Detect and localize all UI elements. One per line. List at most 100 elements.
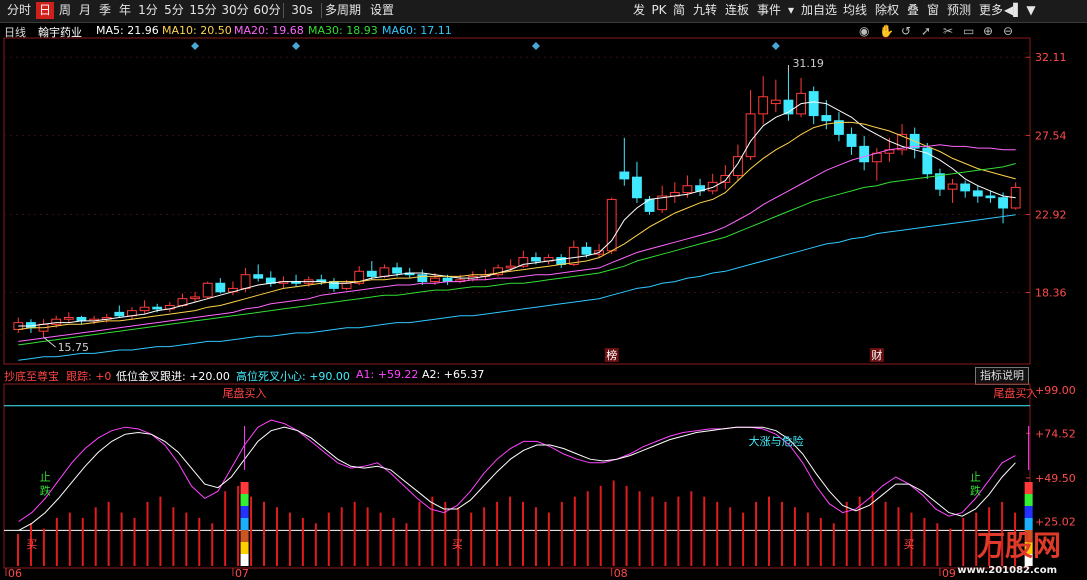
cursor-icon[interactable]: ➚ (921, 24, 931, 38)
candle-body (884, 149, 895, 154)
indicator-name[interactable]: 抄底至尊宝 (4, 368, 59, 384)
candle-body (354, 270, 365, 284)
event-diamond-marker (292, 42, 301, 50)
candle-body (581, 246, 592, 255)
candle-body (430, 277, 440, 283)
candle-body (505, 265, 516, 269)
candle-body (796, 92, 806, 115)
period-tab-5[interactable]: 年 (116, 2, 134, 19)
signal-column-block (1024, 482, 1033, 494)
ma-line-ma60 (18, 214, 1016, 361)
period-tab-0[interactable]: 分时 (4, 2, 34, 19)
candle-body (543, 257, 554, 262)
period-tab-6[interactable]: 1分 (136, 2, 160, 19)
tool-button-12[interactable]: 更多 (976, 2, 1006, 19)
scissors-icon[interactable]: ✂ (943, 24, 953, 38)
tool-button-4[interactable]: 连板 (722, 2, 752, 19)
candle-body (770, 99, 781, 105)
tool-button-5[interactable]: 事件 (754, 2, 784, 19)
tool-button-11[interactable]: 预测 (944, 2, 974, 19)
tool-button-10[interactable]: 窗 (924, 2, 942, 19)
price-tick-label: 27.54 (1035, 129, 1067, 142)
period-tab-8[interactable]: 15分 (188, 2, 218, 19)
candle-body (947, 183, 958, 190)
candle-body (89, 318, 99, 322)
candle-body (265, 277, 276, 284)
candle-body (733, 156, 743, 176)
period-tab-10[interactable]: 60分 (252, 2, 282, 19)
zoom-in-icon[interactable]: ⊕ (983, 24, 993, 38)
candle-body (1010, 186, 1021, 209)
candle-body (101, 316, 112, 320)
indicator-explain-button[interactable]: 指标说明 (975, 367, 1029, 385)
period-tab-2[interactable]: 周 (56, 2, 74, 19)
period-tab-11[interactable]: 30s (284, 2, 320, 19)
period-tab-3[interactable]: 月 (76, 2, 94, 19)
candle-body (278, 281, 289, 284)
indicator-track: 跟踪: +0 (66, 370, 112, 383)
candle-body (834, 120, 844, 135)
signal-column-block (240, 518, 249, 530)
stop-fall-label: 止 (970, 471, 981, 484)
candle-body (291, 281, 301, 284)
ma-line-ma20 (18, 144, 1016, 342)
zoom-out-icon[interactable]: ⊖ (1003, 24, 1013, 38)
undo-icon[interactable]: ↺ (901, 24, 911, 38)
indicator-annotation: 尾盘买入 (993, 386, 1037, 400)
candle-body (632, 176, 642, 199)
candle-body (76, 316, 87, 322)
tool-button-7[interactable]: 均线 (840, 2, 870, 19)
candle-body (871, 152, 882, 163)
ma10-label: MA10: 20.50 (162, 24, 232, 37)
watermark-logo: 万股网 (976, 529, 1061, 562)
signal-column-block (240, 506, 249, 518)
indicator-a1: A1: +59.22 (356, 368, 419, 381)
ma-line-ma30 (18, 163, 1016, 346)
period-tab-7[interactable]: 5分 (162, 2, 186, 19)
candle-body (152, 306, 163, 310)
hand-icon[interactable]: ✋ (879, 24, 894, 38)
candle-body (568, 246, 579, 265)
layers-icon[interactable]: ▭ (963, 24, 974, 38)
collapse-icon[interactable]: ◀▌ (1004, 2, 1022, 19)
candle-body (972, 190, 983, 197)
event-diamond-marker (531, 42, 540, 50)
kline-chart: 32.11 27.54 22.92 18.36 31.19 15.75 榜 财 06 07 08 09… (3, 37, 1076, 580)
tool-button-8[interactable]: 除权 (872, 2, 902, 19)
candle-body (190, 296, 200, 300)
candle-body (960, 183, 971, 192)
candle-body (531, 257, 541, 262)
tool-button-0[interactable]: 发 (630, 2, 648, 19)
stock-name[interactable]: 翰宇药业 (38, 24, 82, 40)
low-marker-line (43, 336, 56, 348)
candle-body (467, 275, 478, 281)
tool-button-9[interactable]: 叠 (904, 2, 922, 19)
ma60-label: MA60: 17.11 (382, 24, 452, 37)
candle-body (657, 195, 668, 211)
indicator-annotation: 尾盘买入 (223, 386, 267, 400)
period-tab-1[interactable]: 日 (36, 2, 54, 19)
period-tab-12[interactable]: 多周期 (322, 2, 364, 19)
chart-controls: ◉ ✋ ↺ ➚ ✂ ▭ ⊕ ⊖ (859, 24, 1039, 40)
tool-button-2[interactable]: 简 (670, 2, 688, 19)
candle-body (13, 322, 24, 330)
period-tab-4[interactable]: 季 (96, 2, 114, 19)
eye-icon[interactable]: ◉ (859, 24, 869, 38)
period-tab-9[interactable]: 30分 (220, 2, 250, 19)
tool-button-6[interactable]: 加自选 (800, 2, 838, 19)
price-panel-frame (3, 37, 1031, 365)
candle-body (240, 274, 251, 289)
candle-body (935, 173, 945, 190)
candle-body (922, 147, 933, 175)
watermark-url: www.201082.com (957, 565, 1057, 576)
tool-button-3[interactable]: 九转 (690, 2, 720, 19)
indicator-line-a2 (18, 426, 1016, 531)
period-tab-13[interactable]: 设置 (366, 2, 398, 19)
candle-body (859, 145, 870, 163)
candle-body (821, 115, 832, 122)
chevron-down-icon[interactable]: ▼ (1024, 2, 1038, 19)
candle-body (404, 272, 415, 276)
candle-body (316, 279, 327, 283)
event-dropdown-icon[interactable]: ▾ (786, 2, 796, 19)
tool-button-1[interactable]: PK (650, 2, 668, 19)
